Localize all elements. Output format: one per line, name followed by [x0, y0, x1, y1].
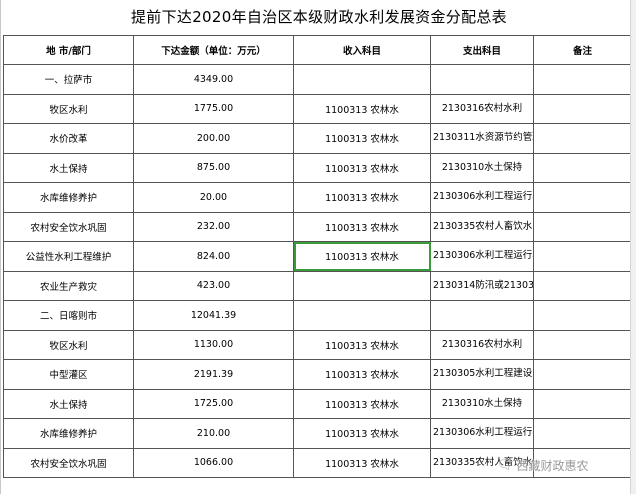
expense-cell[interactable]: 2130306水利工程运行与维护	[430, 418, 534, 449]
note-cell[interactable]	[533, 270, 632, 301]
amount-cell[interactable]: 20.00	[133, 182, 294, 213]
note-cell[interactable]	[533, 418, 632, 449]
region-cell[interactable]: 农村安全饮水巩固	[3, 447, 134, 478]
vertical-scrollbar[interactable]	[630, 0, 636, 494]
table-row: 水土保持 875.00 1100313 农林水 2130310水土保持	[3, 152, 632, 183]
income-cell[interactable]	[293, 64, 431, 95]
note-cell[interactable]	[533, 300, 632, 331]
column-header-amount[interactable]: 下达金额（单位：万元）	[133, 35, 294, 65]
section-row: 二、日喀则市 12041.39	[3, 300, 632, 331]
note-cell[interactable]	[533, 182, 632, 213]
watermark: 🗨 西藏财政惠农	[497, 456, 589, 474]
income-cell[interactable]: 1100313 农林水	[293, 329, 431, 360]
wechat-icon: 🗨	[497, 457, 514, 473]
note-cell[interactable]	[533, 329, 632, 360]
expense-cell[interactable]: 2130335农村人畜饮水	[430, 211, 534, 242]
watermark-text: 西藏财政惠农	[516, 458, 589, 473]
region-cell[interactable]: 二、日喀则市	[3, 300, 134, 331]
region-cell[interactable]: 牧区水利	[3, 329, 134, 360]
expense-cell[interactable]: 2130314防汛或2130315抗旱	[430, 270, 534, 301]
region-cell[interactable]: 中型灌区	[3, 359, 134, 390]
income-cell[interactable]: 1100313 农林水	[293, 418, 431, 449]
note-cell[interactable]	[533, 211, 632, 242]
income-cell[interactable]: 1100313 农林水	[293, 182, 431, 213]
expense-cell[interactable]: 2130310水土保持	[430, 152, 534, 183]
region-cell[interactable]: 水库维修养护	[3, 418, 134, 449]
income-cell[interactable]: 1100313 农林水	[293, 211, 431, 242]
expense-cell[interactable]: 2130306水利工程运行与维护	[430, 182, 534, 213]
amount-cell[interactable]: 2191.39	[133, 359, 294, 390]
income-cell[interactable]: 1100313 农林水	[293, 93, 431, 124]
expense-cell[interactable]: 2130305水利工程建设	[430, 359, 534, 390]
note-cell[interactable]	[533, 152, 632, 183]
region-cell[interactable]: 牧区水利	[3, 93, 134, 124]
expense-cell[interactable]	[430, 300, 534, 331]
note-cell[interactable]	[533, 64, 632, 95]
table-row: 农村安全饮水巩固 232.00 1100313 农林水 2130335农村人畜饮水	[3, 211, 632, 242]
income-cell[interactable]: 1100313 农林水	[293, 123, 431, 154]
section-row: 一、拉萨市 4349.00	[3, 64, 632, 95]
amount-cell[interactable]: 1725.00	[133, 388, 294, 419]
table-title: 提前下达2020年自治区本级财政水利发展资金分配总表	[131, 8, 507, 26]
table-row: 水土保持 1725.00 1100313 农林水 2130310水土保持	[3, 388, 632, 419]
table-row: 牧区水利 1775.00 1100313 农林水 2130316农村水利	[3, 93, 632, 124]
amount-cell[interactable]: 1066.00	[133, 447, 294, 478]
expense-cell[interactable]: 2130316农村水利	[430, 329, 534, 360]
amount-cell[interactable]: 4349.00	[133, 64, 294, 95]
region-cell[interactable]: 一、拉萨市	[3, 64, 134, 95]
note-cell[interactable]	[533, 388, 632, 419]
table-row: 水库维修养护20.001100313 农林水2130306水利工程运行与维护	[3, 182, 632, 213]
table-row: 水价改革200.001100313 农林水2130311水资源节约管理与保护	[3, 123, 632, 154]
note-cell[interactable]	[533, 359, 632, 390]
amount-cell[interactable]: 1775.00	[133, 93, 294, 124]
spreadsheet-sheet: 提前下达2020年自治区本级财政水利发展资金分配总表 地 市/部门 下达金额（单…	[0, 0, 636, 494]
table-row: 农业生产救灾423.00 2130314防汛或2130315抗旱	[3, 270, 632, 301]
amount-cell[interactable]: 12041.39	[133, 300, 294, 331]
region-cell[interactable]: 农村安全饮水巩固	[3, 211, 134, 242]
region-cell[interactable]: 水土保持	[3, 388, 134, 419]
income-cell[interactable]: 1100313 农林水	[293, 447, 431, 478]
allocation-table: 地 市/部门 下达金额（单位：万元） 收入科目 支出科目 备注 一、拉萨市 434…	[3, 35, 632, 478]
expense-cell[interactable]: 2130310水土保持	[430, 388, 534, 419]
column-header-income[interactable]: 收入科目	[293, 35, 431, 65]
amount-cell[interactable]: 210.00	[133, 418, 294, 449]
column-header-note[interactable]: 备注	[533, 35, 632, 65]
table-body: 一、拉萨市 4349.00 牧区水利 1775.00 1100313 农林水 213031…	[3, 64, 632, 478]
expense-cell[interactable]	[430, 64, 534, 95]
amount-cell[interactable]: 875.00	[133, 152, 294, 183]
header-row: 地 市/部门 下达金额（单位：万元） 收入科目 支出科目 备注	[3, 35, 632, 65]
column-header-expense[interactable]: 支出科目	[430, 35, 534, 65]
table-row: 水库维修养护210.001100313 农林水2130306水利工程运行与维护	[3, 418, 632, 449]
region-cell[interactable]: 水价改革	[3, 123, 134, 154]
amount-cell[interactable]: 200.00	[133, 123, 294, 154]
income-cell[interactable]	[293, 300, 431, 331]
expense-cell[interactable]: 2130306水利工程运行与维护	[430, 241, 534, 272]
table-row: 牧区水利 1130.00 1100313 农林水 2130316农村水利	[3, 329, 632, 360]
table-row: 公益性水利工程维护824.001100313 农林水2130306水利工程运行与…	[3, 241, 632, 272]
income-cell[interactable]: 1100313 农林水	[293, 388, 431, 419]
income-cell[interactable]	[293, 270, 431, 301]
column-header-region[interactable]: 地 市/部门	[3, 35, 134, 65]
amount-cell[interactable]: 824.00	[133, 241, 294, 272]
expense-cell[interactable]: 2130316农村水利	[430, 93, 534, 124]
amount-cell[interactable]: 232.00	[133, 211, 294, 242]
table-row: 中型灌区 2191.39 1100313 农林水 2130305水利工程建设	[3, 359, 632, 390]
income-cell[interactable]: 1100313 农林水	[293, 152, 431, 183]
note-cell[interactable]	[533, 241, 632, 272]
region-cell[interactable]: 水土保持	[3, 152, 134, 183]
region-cell[interactable]: 公益性水利工程维护	[3, 241, 134, 272]
expense-cell[interactable]: 2130311水资源节约管理与保护	[430, 123, 534, 154]
income-cell[interactable]: 1100313 农林水	[293, 359, 431, 390]
region-cell[interactable]: 水库维修养护	[3, 182, 134, 213]
region-cell[interactable]: 农业生产救灾	[3, 270, 134, 301]
note-cell[interactable]	[533, 93, 632, 124]
amount-cell[interactable]: 423.00	[133, 270, 294, 301]
income-cell[interactable]: 1100313 农林水	[293, 241, 431, 272]
amount-cell[interactable]: 1130.00	[133, 329, 294, 360]
note-cell[interactable]	[533, 123, 632, 154]
